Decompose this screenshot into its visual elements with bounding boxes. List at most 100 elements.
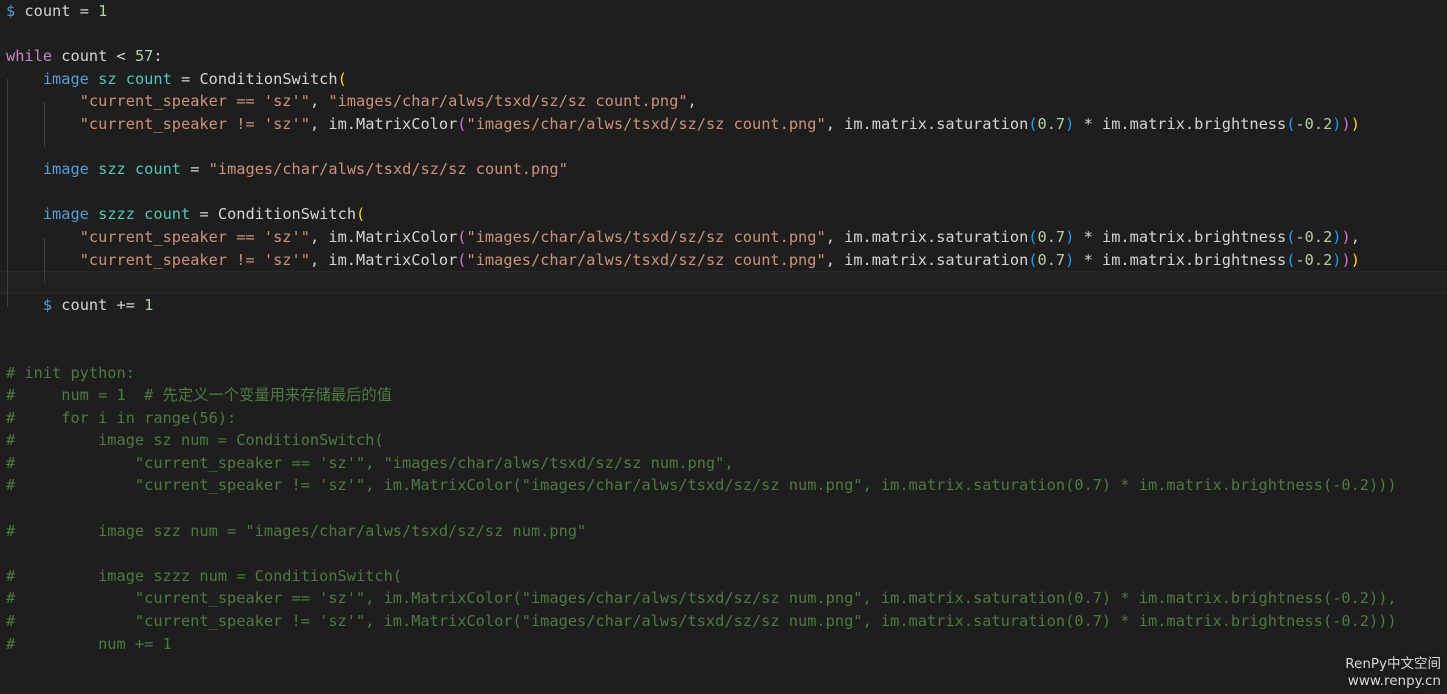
code-line[interactable]: # image sz num = ConditionSwitch( xyxy=(0,429,1447,452)
code-line[interactable]: # "current_speaker == 'sz'", "images/cha… xyxy=(0,452,1447,475)
code-content[interactable]: $ count = 1 while count < 57: image sz c… xyxy=(0,0,1447,694)
code-token: im.matrix.brightness xyxy=(1102,228,1286,246)
code-token: # image szz num = "images/char/alws/tsxd… xyxy=(6,522,586,540)
code-line[interactable]: # "current_speaker != 'sz'", im.MatrixCo… xyxy=(0,610,1447,633)
code-token: * xyxy=(1074,251,1102,269)
code-line[interactable]: # num = 1 # 先定义一个变量用来存储最后的值 xyxy=(0,384,1447,407)
watermark-url: www.renpy.cn xyxy=(1345,673,1441,690)
code-token: ( xyxy=(1028,228,1037,246)
code-token: # image sz num = ConditionSwitch( xyxy=(6,431,384,449)
code-line[interactable]: "current_speaker != 'sz'", im.MatrixColo… xyxy=(0,113,1447,136)
code-token: im.matrix.brightness xyxy=(1102,251,1286,269)
code-line[interactable]: # num += 1 xyxy=(0,633,1447,656)
code-line[interactable]: while count < 57: xyxy=(0,45,1447,68)
code-line[interactable]: # image szzz num = ConditionSwitch( xyxy=(0,565,1447,588)
code-line[interactable]: # image szz num = "images/char/alws/tsxd… xyxy=(0,520,1447,543)
code-token xyxy=(89,70,98,88)
code-line[interactable]: image szz count = "images/char/alws/tsxd… xyxy=(0,158,1447,181)
code-token: ) xyxy=(1342,115,1351,133)
code-token: ( xyxy=(338,70,347,88)
code-token: # init python: xyxy=(6,364,135,382)
code-line[interactable]: "current_speaker == 'sz'", "images/char/… xyxy=(0,90,1447,113)
code-line[interactable]: "current_speaker != 'sz'", im.MatrixColo… xyxy=(0,249,1447,272)
code-token: "current_speaker != 'sz'" xyxy=(80,115,310,133)
code-token: ) xyxy=(1342,228,1351,246)
code-token xyxy=(89,2,98,20)
code-token: , xyxy=(688,92,697,110)
code-token: ) xyxy=(1332,228,1341,246)
code-token: "images/char/alws/tsxd/sz/sz count.png" xyxy=(209,160,568,178)
code-token xyxy=(172,70,181,88)
code-token: ( xyxy=(457,251,466,269)
code-line[interactable]: $ count += 1 xyxy=(0,294,1447,317)
code-token: sz count xyxy=(98,70,172,88)
code-token: , xyxy=(310,115,328,133)
code-line[interactable] xyxy=(0,339,1447,362)
code-token: ) xyxy=(1342,251,1351,269)
code-token: , im.matrix.saturation xyxy=(826,115,1029,133)
code-token: count xyxy=(52,47,116,65)
code-token: image xyxy=(43,70,89,88)
code-token: ) xyxy=(1065,251,1074,269)
code-token: , xyxy=(310,251,328,269)
code-token: * xyxy=(1074,228,1102,246)
code-line[interactable] xyxy=(0,316,1447,339)
code-token: , im.matrix.saturation xyxy=(826,251,1029,269)
code-token: "images/char/alws/tsxd/sz/sz count.png" xyxy=(467,251,826,269)
code-token: "current_speaker == 'sz'" xyxy=(80,228,310,246)
code-token: # "current_speaker == 'sz'", "images/cha… xyxy=(6,454,734,472)
code-token: "images/char/alws/tsxd/sz/sz count.png" xyxy=(467,228,826,246)
code-token xyxy=(6,92,80,110)
code-token: # "current_speaker == 'sz'", im.MatrixCo… xyxy=(6,589,1397,607)
code-token: "images/char/alws/tsxd/sz/sz count.png" xyxy=(328,92,687,110)
code-token: ( xyxy=(1028,251,1037,269)
code-token xyxy=(199,160,208,178)
code-token: 57 xyxy=(135,47,153,65)
code-token: , xyxy=(1351,228,1360,246)
code-token: -0.2 xyxy=(1295,251,1332,269)
code-token: 0.7 xyxy=(1038,115,1066,133)
code-line[interactable] xyxy=(0,181,1447,204)
code-token: count xyxy=(15,2,79,20)
code-line[interactable]: $ count = 1 xyxy=(0,0,1447,23)
code-token xyxy=(89,160,98,178)
code-line[interactable] xyxy=(0,497,1447,520)
code-token xyxy=(6,228,80,246)
code-token xyxy=(6,70,43,88)
code-token: count xyxy=(52,296,116,314)
code-token: "current_speaker == 'sz'" xyxy=(80,92,310,110)
code-line[interactable]: image szzz count = ConditionSwitch( xyxy=(0,203,1447,226)
code-line[interactable]: # init python: xyxy=(0,362,1447,385)
code-token: ) xyxy=(1332,115,1341,133)
code-token: # num += 1 xyxy=(6,635,172,653)
code-token: image xyxy=(43,205,89,223)
code-token: ( xyxy=(356,205,365,223)
code-token: im.MatrixColor xyxy=(328,115,457,133)
code-token: * xyxy=(1074,115,1102,133)
code-line[interactable] xyxy=(0,271,1447,294)
code-token xyxy=(89,205,98,223)
code-token xyxy=(6,205,43,223)
code-line[interactable] xyxy=(0,542,1447,565)
watermark-site-name: RenPy中文空间 xyxy=(1345,656,1441,673)
code-token: ) xyxy=(1332,251,1341,269)
code-token: # for i in range(56): xyxy=(6,409,236,427)
code-line[interactable]: "current_speaker == 'sz'", im.MatrixColo… xyxy=(0,226,1447,249)
code-editor[interactable]: $ count = 1 while count < 57: image sz c… xyxy=(0,0,1447,694)
code-token: ( xyxy=(457,115,466,133)
code-line[interactable] xyxy=(0,136,1447,159)
code-token: = xyxy=(199,205,208,223)
code-line[interactable]: # "current_speaker != 'sz'", im.MatrixCo… xyxy=(0,474,1447,497)
code-line[interactable]: # "current_speaker == 'sz'", im.MatrixCo… xyxy=(0,587,1447,610)
code-token: im.MatrixColor xyxy=(328,228,457,246)
code-token: ) xyxy=(1065,228,1074,246)
code-line[interactable] xyxy=(0,23,1447,46)
code-token xyxy=(6,296,43,314)
code-token: : xyxy=(153,47,162,65)
code-token: 1 xyxy=(144,296,153,314)
code-token: # "current_speaker != 'sz'", im.MatrixCo… xyxy=(6,612,1397,630)
code-token xyxy=(6,160,43,178)
code-token: # num = 1 # 先定义一个变量用来存储最后的值 xyxy=(6,386,392,404)
code-line[interactable]: image sz count = ConditionSwitch( xyxy=(0,68,1447,91)
code-line[interactable]: # for i in range(56): xyxy=(0,407,1447,430)
